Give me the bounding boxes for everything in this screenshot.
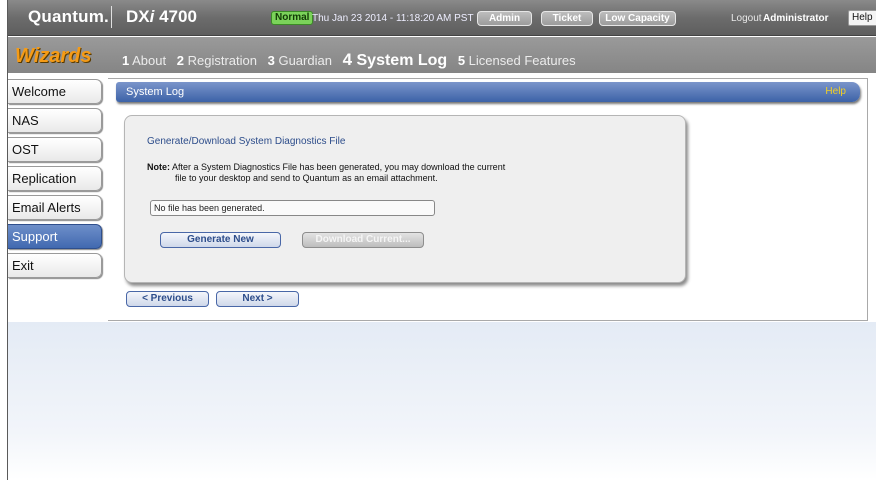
sidebar-item-exit[interactable]: Exit <box>8 253 102 278</box>
step-label: System Log <box>356 52 448 69</box>
note-line-1: After a System Diagnostics File has been… <box>172 162 506 172</box>
user-name: Administrator <box>763 13 829 24</box>
sidebar-nav: Welcome NAS OST Replication Email Alerts… <box>8 79 108 282</box>
logout-link[interactable]: Logout <box>731 13 762 24</box>
sidebar-item-ost[interactable]: OST <box>8 137 102 162</box>
content-header: System Log Help <box>116 82 860 102</box>
sidebar-item-support[interactable]: Support <box>8 224 102 249</box>
content-help-link[interactable]: Help <box>825 86 846 97</box>
sidebar-item-nas[interactable]: NAS <box>8 108 102 133</box>
wizard-step-system-log[interactable]: 4 System Log <box>342 50 448 69</box>
wizards-title: Wizards <box>15 45 92 67</box>
sidebar-item-email-alerts[interactable]: Email Alerts <box>8 195 102 220</box>
step-number: 3 <box>267 53 275 68</box>
help-button[interactable]: Help <box>848 10 876 26</box>
wizard-step-registration[interactable]: 2 Registration <box>177 53 257 68</box>
lower-background <box>8 322 876 480</box>
note-label: Note: <box>147 162 170 172</box>
status-badge[interactable]: Normal <box>271 11 314 25</box>
wizard-step-licensed-features[interactable]: 5 Licensed Features <box>458 53 576 68</box>
wizard-bar: Wizards 1 About 2 Registration 3 Guardia… <box>8 37 876 73</box>
date-time: Thu Jan 23 2014 - 11:18:20 AM PST <box>312 13 474 24</box>
low-capacity-button[interactable]: Low Capacity <box>599 11 676 26</box>
panel-title: Generate/Download System Diagnostics Fil… <box>147 136 346 147</box>
model-suffix: 4700 <box>154 7 197 26</box>
model-prefix: DX <box>126 7 150 26</box>
note-line-2: file to your desktop and send to Quantum… <box>175 173 438 183</box>
step-number: 2 <box>176 53 184 68</box>
wizard-step-about[interactable]: 1 About <box>122 53 166 68</box>
step-label: Registration <box>187 53 257 68</box>
diagnostics-panel: Generate/Download System Diagnostics Fil… <box>124 115 686 283</box>
generate-new-button[interactable]: Generate New <box>160 232 281 248</box>
sidebar-item-replication[interactable]: Replication <box>8 166 102 191</box>
step-number: 1 <box>122 53 130 68</box>
wizard-step-guardian[interactable]: 3 Guardian <box>268 53 332 68</box>
step-number: 5 <box>457 53 466 68</box>
note-text: Note: After a System Diagnostics File ha… <box>147 162 505 184</box>
wizard-steps: 1 About 2 Registration 3 Guardian 4 Syst… <box>122 50 583 70</box>
step-label: About <box>132 53 167 68</box>
ticket-button[interactable]: Ticket <box>541 11 593 26</box>
app-frame: Quantum. DXi 4700 Normal Thu Jan 23 2014… <box>7 0 876 480</box>
download-current-button[interactable]: Download Current... <box>302 232 424 248</box>
step-label: Guardian <box>278 53 332 68</box>
sidebar-item-welcome[interactable]: Welcome <box>8 79 102 104</box>
top-bar: Quantum. DXi 4700 Normal Thu Jan 23 2014… <box>8 0 876 36</box>
step-number: 4 <box>342 50 353 69</box>
previous-button[interactable]: < Previous <box>126 291 209 307</box>
brand-logo: Quantum. <box>28 7 109 26</box>
file-status-field: No file has been generated. <box>150 200 435 216</box>
page-title: System Log <box>126 86 185 98</box>
step-label: Licensed Features <box>468 53 576 68</box>
model-name: DXi 4700 <box>126 7 197 27</box>
next-button[interactable]: Next > <box>216 291 299 307</box>
brand-divider <box>111 6 112 28</box>
admin-button[interactable]: Admin <box>477 11 532 26</box>
